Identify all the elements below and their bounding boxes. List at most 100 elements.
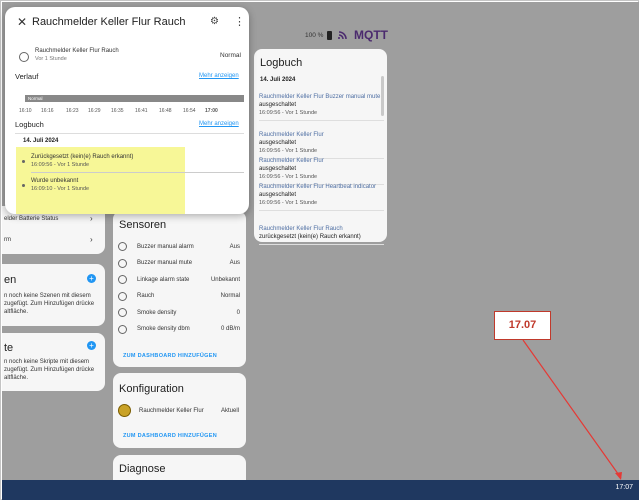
timeline-tick: 16:29 <box>88 108 101 114</box>
logbook-entry-action: ausgeschaltet <box>259 102 297 108</box>
dialog-logbook-entry: Wurde unbekannt 16:09:10 - Vor 1 Stunde <box>31 177 89 193</box>
logbook-entry-time: 16:09:56 - Vor 1 Stunde <box>259 148 318 154</box>
more-info-dialog: ✕ Rauchmelder Keller Flur Rauch ⚙ ⋮ Rauc… <box>5 7 249 214</box>
configuration-card: Konfiguration Rauchmelder Keller Flur Ak… <box>113 373 246 448</box>
timeline-tick: 16:35 <box>111 108 124 114</box>
scripts-card: te + n noch keine Skripte mit diesem zug… <box>2 333 105 391</box>
sensor-value: 0 dB/m <box>220 326 240 332</box>
sensor-row[interactable]: Smoke density dbm 0 dB/m <box>118 324 240 334</box>
firmware-icon <box>118 404 131 417</box>
entity-age: Vor 1 Stunde <box>35 56 67 62</box>
sensors-card-title: Sensoren <box>119 219 167 231</box>
gear-icon[interactable]: ⚙ <box>210 16 219 27</box>
logbook-entry-name: Rauchmelder Keller Flur Buzzer manual mu… <box>259 94 381 100</box>
screenshot-frame: 100 % MQTT Logbuch 14. Juli 2024 Rauchme… <box>0 0 639 500</box>
scripts-title: te <box>4 342 14 354</box>
close-icon[interactable]: ✕ <box>17 15 27 29</box>
sensor-icon <box>118 242 127 251</box>
sensor-row[interactable]: Linkage alarm state Unbekannt <box>118 275 240 284</box>
logbook-entry[interactable]: Rauchmelder Keller Flur Buzzer manual mu… <box>259 93 384 121</box>
scenes-title: en <box>4 274 17 286</box>
entry-time: 16:09:10 - Vor 1 Stunde <box>31 186 90 192</box>
logbook-card-date: 14. Juli 2024 <box>260 77 296 83</box>
sensor-icon <box>118 324 127 334</box>
logbook-label: Logbuch <box>15 120 44 129</box>
logbook-entry-name: Rauchmelder Keller Flur Heartbeat indica… <box>259 184 377 190</box>
logbook-entry-name: Rauchmelder Keller Flur <box>259 132 324 138</box>
dialog-logbook-entry: Zurückgesetzt (kein(e) Rauch erkannt) 16… <box>31 153 133 169</box>
entry-text: Wurde unbekannt <box>31 178 79 184</box>
sensor-row[interactable]: Smoke density 0 <box>118 308 240 317</box>
taskbar: 17:07 <box>2 480 639 500</box>
entry-dot <box>22 184 25 187</box>
battery-status: 100 % <box>305 31 333 40</box>
logbook-entry[interactable]: Rauchmelder Keller Flur ausgeschaltet 16:0… <box>259 131 384 159</box>
sensor-icon <box>118 258 127 268</box>
logbook-entry-time: 16:09:56 - Vor 1 Stunde <box>259 200 318 206</box>
dialog-title: Rauchmelder Keller Flur Rauch <box>32 16 186 28</box>
logbook-entry-name: Rauchmelder Keller Flur <box>259 158 324 164</box>
entry-dot <box>22 160 25 163</box>
sensor-row[interactable]: Rauch Normal <box>118 291 240 301</box>
timeline-tick: 16:48 <box>159 108 172 114</box>
battery-status-row[interactable]: elder Batterie Status <box>4 216 58 222</box>
logbook-entry[interactable]: Rauchmelder Keller Flur Rauch zurückgeset… <box>259 225 384 245</box>
mqtt-waves-icon <box>338 31 347 40</box>
battery-icon <box>327 31 333 40</box>
mqtt-label: MQTT <box>354 28 388 42</box>
configuration-card-title: Konfiguration <box>119 383 184 395</box>
add-scene-icon[interactable]: + <box>87 274 96 283</box>
sensor-icon <box>118 308 127 317</box>
sensor-row[interactable]: Buzzer manual alarm Aus <box>118 242 240 251</box>
entry-divider <box>31 172 244 173</box>
history-show-more-link[interactable]: Mehr anzeigen <box>199 73 239 79</box>
logbook-entry-action: zurückgesetzt (kein(e) Rauch erkannt) <box>259 234 361 240</box>
history-label: Verlauf <box>15 72 39 81</box>
entry-text: Zurückgesetzt (kein(e) Rauch erkannt) <box>31 154 134 160</box>
taskbar-clock[interactable]: 17:07 <box>615 484 633 491</box>
timeline-tick: 16:16 <box>41 108 54 114</box>
logbook-entry[interactable]: Rauchmelder Keller Flur ausgeschaltet 16:0… <box>259 157 384 185</box>
timeline-tick: 16:10 <box>19 108 32 114</box>
sensor-label: Rauch <box>137 293 155 299</box>
logbook-entry-time: 16:09:56 - Vor 1 Stunde <box>259 110 318 116</box>
diagnostics-card: Diagnose <box>113 455 246 480</box>
logbook-divider <box>15 133 244 134</box>
sensor-value: Normal <box>220 293 240 299</box>
configuration-add-dashboard-button[interactable]: ZUM DASHBOARD HINZUFÜGEN <box>123 433 217 439</box>
sensor-value: Unbekannt <box>210 276 240 283</box>
configuration-item-label[interactable]: Rauchmelder Keller Flur <box>139 408 204 414</box>
logbook-entry-action: ausgeschaltet <box>259 140 297 146</box>
sensor-icon <box>118 291 127 301</box>
scenes-empty-text: n noch keine Szenen mit diesem zugefügt.… <box>4 293 95 315</box>
diagnostics-card-title: Diagnose <box>119 463 166 475</box>
chevron-right-icon[interactable]: › <box>90 214 93 223</box>
sensor-label: Smoke density <box>137 309 177 316</box>
entry-time: 16:09:56 - Vor 1 Stunde <box>31 162 90 168</box>
scripts-empty-text: n noch keine Skripte mit diesem zugefügt… <box>4 359 95 381</box>
logbook-entry-time: 16:09:56 - Vor 1 Stunde <box>259 174 318 180</box>
add-script-icon[interactable]: + <box>87 341 96 350</box>
sensor-row[interactable]: Buzzer manual mute Aus <box>118 258 240 268</box>
history-timeline-bar[interactable]: Normal <box>25 95 244 102</box>
sensor-label: Buzzer manual mute <box>137 260 193 266</box>
logbook-show-more-link[interactable]: Mehr anzeigen <box>199 121 239 127</box>
timeline-tick: 17:00 <box>205 108 218 114</box>
logbook-entry-action: ausgeschaltet <box>259 166 297 172</box>
logbook-card: Logbuch 14. Juli 2024 Rauchmelder Keller… <box>254 49 387 245</box>
timeline-tick: 16:54 <box>183 108 196 114</box>
chevron-right-icon[interactable]: › <box>90 235 93 244</box>
logbook-entry[interactable]: Rauchmelder Keller Flur Heartbeat indica… <box>259 183 384 211</box>
timeline-state-label: Normal <box>28 96 43 101</box>
logbook-card-title: Logbuch <box>260 57 303 69</box>
more-vert-icon[interactable]: ⋮ <box>234 15 245 28</box>
timeline-tick: 16:41 <box>135 108 148 114</box>
alarm-row[interactable]: rm <box>4 237 11 243</box>
battery-percent: 100 % <box>305 32 324 39</box>
sensor-label: Buzzer manual alarm <box>137 243 194 250</box>
logbook-entry-action: ausgeschaltet <box>259 192 297 198</box>
entity-name: Rauchmelder Keller Flur Rauch <box>35 48 119 54</box>
sensors-add-dashboard-button[interactable]: ZUM DASHBOARD HINZUFÜGEN <box>123 353 217 359</box>
dialog-logbook-date: 14. Juli 2024 <box>23 138 59 144</box>
configuration-item-value: Aktuell <box>221 408 240 414</box>
